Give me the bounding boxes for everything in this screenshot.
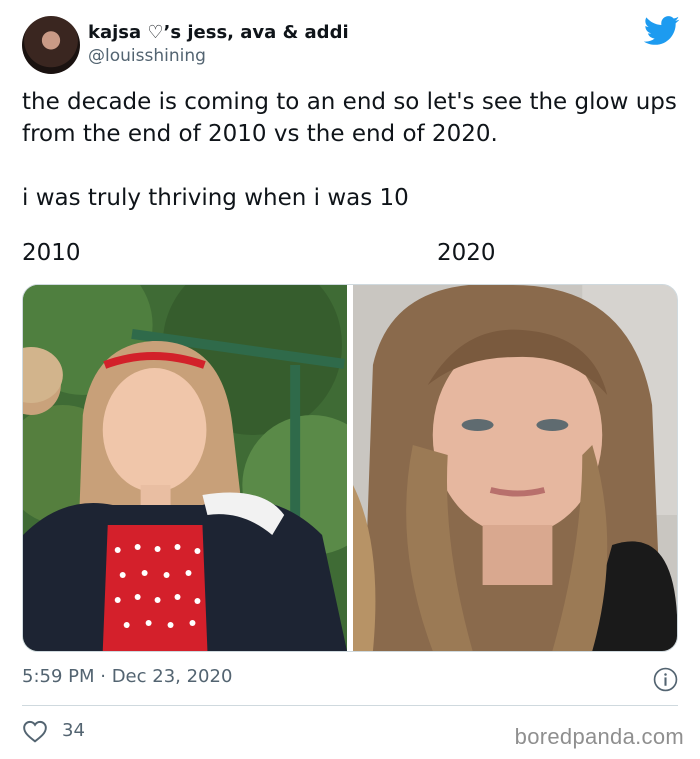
- label-2010: 2010: [22, 240, 81, 266]
- photo-2020[interactable]: [353, 285, 677, 651]
- label-2020: 2020: [437, 240, 496, 266]
- divider: [22, 705, 678, 706]
- author-avatar[interactable]: [22, 16, 80, 74]
- info-icon[interactable]: [653, 667, 678, 692]
- twitter-bird-icon[interactable]: [644, 16, 680, 46]
- author-display-name[interactable]: kajsa ♡’s jess, ava & addi: [88, 22, 349, 43]
- tweet-timestamp[interactable]: 5:59 PM · Dec 23, 2020: [22, 666, 232, 687]
- boredpanda-watermark: boredpanda.com: [514, 724, 684, 749]
- author-handle[interactable]: @louisshining: [88, 46, 206, 66]
- heart-icon[interactable]: [22, 719, 48, 743]
- like-count: 34: [62, 720, 85, 741]
- tweet-text: the decade is coming to an end so let's …: [22, 89, 677, 211]
- photo-2010[interactable]: [23, 285, 347, 651]
- tweet-photos: [22, 284, 678, 652]
